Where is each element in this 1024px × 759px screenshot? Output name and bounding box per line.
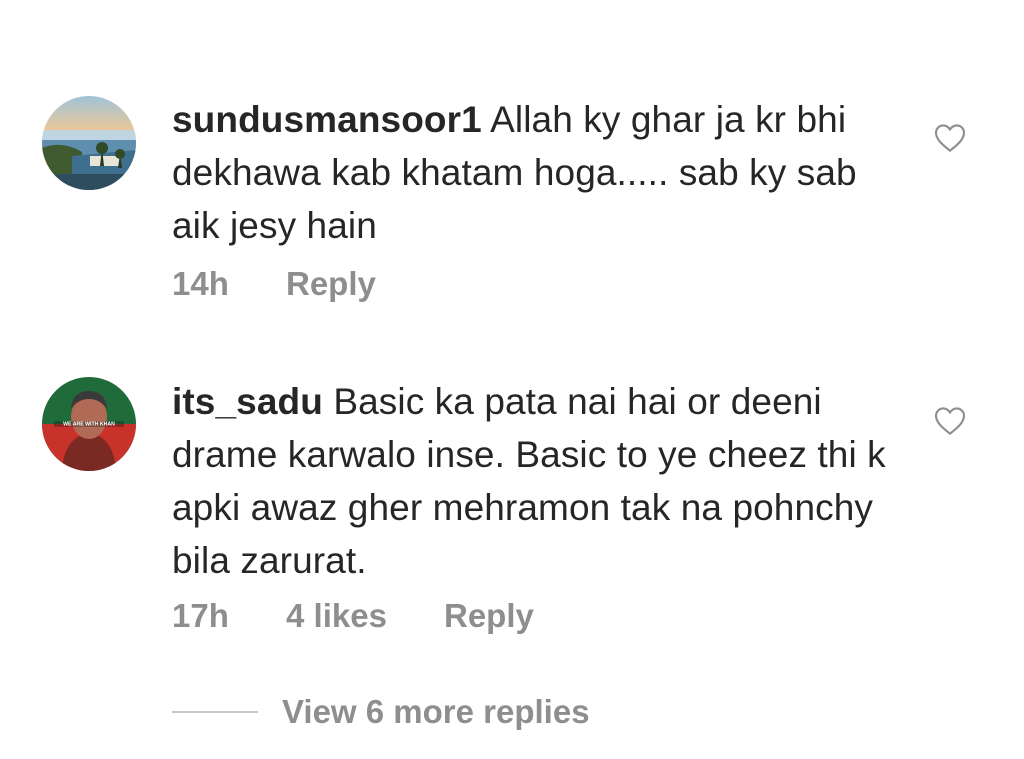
- reply-button[interactable]: Reply: [286, 265, 376, 303]
- divider-line: [172, 711, 258, 713]
- comment-username[interactable]: sundusmansoor1: [172, 99, 482, 140]
- heart-outline-icon[interactable]: [934, 123, 966, 153]
- reply-button[interactable]: Reply: [444, 597, 534, 635]
- comment-time: 17h: [172, 597, 229, 634]
- landscape-avatar-icon: [42, 96, 136, 190]
- avatar-caption: WE ARE WITH KHAN: [63, 422, 115, 428]
- comment-meta: 17h 4 likes Reply: [172, 597, 534, 635]
- comment-likes[interactable]: 4 likes: [286, 597, 444, 635]
- portrait-avatar-icon: WE ARE WITH KHAN: [42, 377, 136, 471]
- heart-outline-icon[interactable]: [934, 406, 966, 436]
- comment-body: sundusmansoor1 Allah ky ghar ja kr bhi d…: [172, 93, 902, 252]
- comment-meta: 14h Reply: [172, 265, 376, 303]
- avatar[interactable]: WE ARE WITH KHAN: [42, 377, 136, 471]
- avatar[interactable]: [42, 96, 136, 190]
- comment-body: its_sadu Basic ka pata nai hai or deeni …: [172, 375, 902, 587]
- view-more-replies[interactable]: View 6 more replies: [172, 690, 590, 734]
- comment-time: 14h: [172, 265, 229, 302]
- view-more-replies-label[interactable]: View 6 more replies: [282, 693, 590, 731]
- comments-panel: sundusmansoor1 Allah ky ghar ja kr bhi d…: [0, 0, 1024, 759]
- comment-username[interactable]: its_sadu: [172, 381, 323, 422]
